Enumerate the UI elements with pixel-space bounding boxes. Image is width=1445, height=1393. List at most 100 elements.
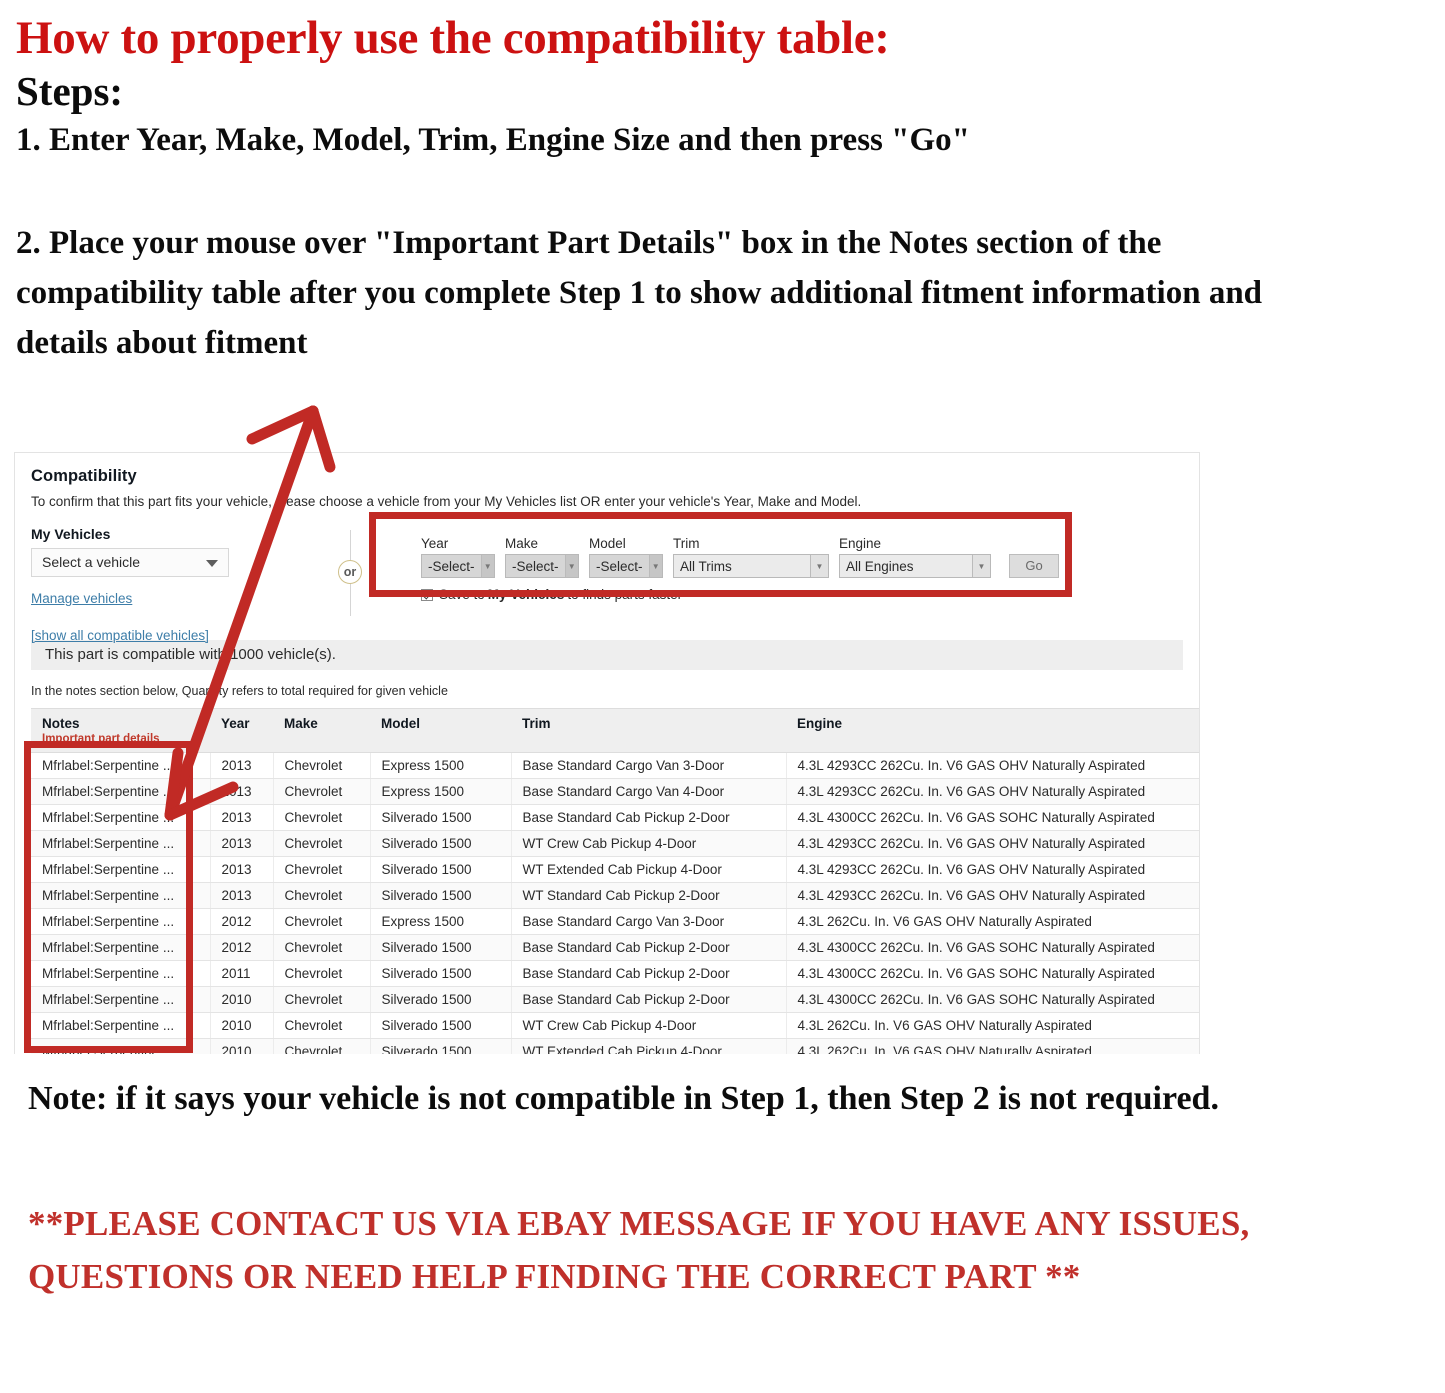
table-row[interactable]: Mfrlabel:Serpentine ... 2011 Chevrolet Silv… bbox=[31, 960, 1199, 987]
model-value: -Select- bbox=[596, 558, 643, 574]
table-row[interactable]: Mfrlabel:Serpentine ... 2013 Chevrolet Silv… bbox=[31, 804, 1199, 831]
column-header-notes-sublabel: Important part details bbox=[42, 733, 160, 745]
save-text-suffix: to finds parts faster bbox=[567, 587, 683, 602]
show-all-compatible-vehicles-link[interactable]: [show all compatible vehicles] bbox=[31, 628, 281, 643]
table-row[interactable]: Mfrlabel:Serpentine ... 2013 Chevrolet Silv… bbox=[31, 882, 1199, 909]
cell-model: Silverado 1500 bbox=[369, 856, 511, 883]
cell-trim: Base Standard Cab Pickup 2-Door bbox=[510, 986, 786, 1013]
model-field: Model -Select- ▼ bbox=[589, 536, 663, 578]
cell-notes: Mfrlabel:Serpentine ... bbox=[31, 778, 210, 805]
save-text-bold: My Vehicles bbox=[487, 587, 565, 602]
engine-select[interactable]: All Engines ▼ bbox=[839, 554, 991, 578]
page-title: How to properly use the compatibility ta… bbox=[16, 12, 890, 64]
cell-make: Chevrolet bbox=[272, 1012, 370, 1039]
cell-engine: 4.3L 4293CC 262Cu. In. V6 GAS OHV Natura… bbox=[785, 882, 1199, 909]
cell-notes: Mfrlabel:Serpentine ... bbox=[31, 804, 210, 831]
cell-model: Silverado 1500 bbox=[369, 986, 511, 1013]
cell-notes: Mfrlabel:Serpentine ... bbox=[31, 1012, 210, 1039]
my-vehicles-label: My Vehicles bbox=[31, 526, 111, 542]
trim-value: All Trims bbox=[680, 558, 732, 574]
cell-model: Express 1500 bbox=[369, 752, 511, 779]
make-label: Make bbox=[505, 536, 539, 551]
cell-model: Silverado 1500 bbox=[369, 1012, 511, 1039]
go-button[interactable]: Go bbox=[1009, 554, 1059, 578]
cell-model: Silverado 1500 bbox=[369, 1038, 511, 1054]
year-select[interactable]: -Select- ▼ bbox=[421, 554, 495, 578]
model-select[interactable]: -Select- ▼ bbox=[589, 554, 663, 578]
trim-select[interactable]: All Trims ▼ bbox=[673, 554, 829, 578]
steps-label: Steps: bbox=[16, 67, 124, 114]
cell-notes: Mfrlabel:Serpentine ... bbox=[31, 1038, 210, 1054]
cell-engine: 4.3L 4300CC 262Cu. In. V6 GAS SOHC Natur… bbox=[785, 986, 1199, 1013]
table-row[interactable]: Mfrlabel:Serpentine ... 2010 Chevrolet Silv… bbox=[31, 1012, 1199, 1039]
cell-year: 2013 bbox=[209, 752, 273, 779]
table-row[interactable]: Mfrlabel:Serpentine ... 2010 Chevrolet Silv… bbox=[31, 1038, 1199, 1054]
compatibility-subtitle: To confirm that this part fits your vehi… bbox=[31, 494, 862, 509]
instructions-block: How to properly use the compatibility ta… bbox=[16, 12, 1406, 369]
bottom-note-text: Note: if it says your vehicle is not com… bbox=[28, 1080, 1219, 1117]
cell-model: Express 1500 bbox=[369, 778, 511, 805]
save-text-prefix: Save to bbox=[439, 587, 485, 602]
fitment-header-row: Notes Important part details Year Make M… bbox=[31, 708, 1199, 753]
cell-year: 2012 bbox=[209, 934, 273, 961]
year-value: -Select- bbox=[428, 558, 475, 574]
cell-year: 2012 bbox=[209, 908, 273, 935]
table-row[interactable]: Mfrlabel:Serpentine ... 2012 Chevrolet Silv… bbox=[31, 934, 1199, 961]
cell-trim: WT Extended Cab Pickup 4-Door bbox=[510, 1038, 786, 1054]
cell-notes: Mfrlabel:Serpentine ... bbox=[31, 882, 210, 909]
cell-make: Chevrolet bbox=[272, 778, 370, 805]
make-field: Make -Select- ▼ bbox=[505, 536, 579, 578]
cell-notes: Mfrlabel:Serpentine ... bbox=[31, 934, 210, 961]
cell-model: Silverado 1500 bbox=[369, 804, 511, 831]
my-vehicles-select[interactable]: Select a vehicle bbox=[31, 548, 229, 577]
cell-make: Chevrolet bbox=[272, 752, 370, 779]
column-header-make: Make bbox=[273, 708, 370, 753]
cell-year: 2013 bbox=[209, 856, 273, 883]
cell-engine: 4.3L 4300CC 262Cu. In. V6 GAS SOHC Natur… bbox=[785, 960, 1199, 987]
column-header-notes: Notes Important part details bbox=[31, 708, 210, 753]
cell-trim: WT Extended Cab Pickup 4-Door bbox=[510, 856, 786, 883]
cell-year: 2011 bbox=[209, 960, 273, 987]
cell-trim: WT Crew Cab Pickup 4-Door bbox=[510, 830, 786, 857]
table-row[interactable]: Mfrlabel:Serpentine ... 2013 Chevrolet Expr… bbox=[31, 778, 1199, 805]
manage-vehicles-link[interactable]: Manage vehicles bbox=[31, 591, 281, 606]
table-row[interactable]: Mfrlabel:Serpentine ... 2010 Chevrolet Silv… bbox=[31, 986, 1199, 1013]
cell-engine: 4.3L 4293CC 262Cu. In. V6 GAS OHV Natura… bbox=[785, 752, 1199, 779]
make-select[interactable]: -Select- ▼ bbox=[505, 554, 579, 578]
cell-model: Silverado 1500 bbox=[369, 934, 511, 961]
contact-note-text: **PLEASE CONTACT US VIA EBAY MESSAGE IF … bbox=[28, 1204, 1250, 1296]
cell-engine: 4.3L 4300CC 262Cu. In. V6 GAS SOHC Natur… bbox=[785, 804, 1199, 831]
trim-field: Trim All Trims ▼ bbox=[673, 536, 829, 578]
cell-engine: 4.3L 4300CC 262Cu. In. V6 GAS SOHC Natur… bbox=[785, 934, 1199, 961]
finder-fields-row: Year -Select- ▼ Make -Select- ▼ Model -S… bbox=[421, 536, 1089, 578]
chevron-down-icon: ▼ bbox=[480, 555, 494, 577]
cell-make: Chevrolet bbox=[272, 882, 370, 909]
save-to-my-vehicles-checkbox[interactable] bbox=[421, 588, 433, 601]
table-row[interactable]: Mfrlabel:Serpentine ... 2012 Chevrolet Expr… bbox=[31, 908, 1199, 935]
cell-make: Chevrolet bbox=[272, 830, 370, 857]
cell-year: 2013 bbox=[209, 804, 273, 831]
save-to-my-vehicles-row[interactable]: Save to My Vehicles to finds parts faste… bbox=[421, 587, 1089, 602]
model-label: Model bbox=[589, 536, 626, 551]
cell-year: 2010 bbox=[209, 986, 273, 1013]
cell-trim: WT Standard Cab Pickup 2-Door bbox=[510, 882, 786, 909]
table-row[interactable]: Mfrlabel:Serpentine ... 2013 Chevrolet Silv… bbox=[31, 830, 1199, 857]
step-two-text: 2. Place your mouse over "Important Part… bbox=[16, 225, 1263, 362]
table-row[interactable]: Mfrlabel:Serpentine ... 2013 Chevrolet Expr… bbox=[31, 752, 1199, 779]
fitment-table-body: Mfrlabel:Serpentine ... 2013 Chevrolet Expr… bbox=[31, 752, 1199, 1054]
column-header-model: Model bbox=[370, 708, 511, 753]
cell-trim: Base Standard Cab Pickup 2-Door bbox=[510, 804, 786, 831]
cell-trim: Base Standard Cab Pickup 2-Door bbox=[510, 934, 786, 961]
engine-label: Engine bbox=[839, 536, 882, 551]
table-row[interactable]: Mfrlabel:Serpentine ... 2013 Chevrolet Silv… bbox=[31, 856, 1199, 883]
cell-notes: Mfrlabel:Serpentine ... bbox=[31, 908, 210, 935]
chevron-down-icon bbox=[206, 560, 218, 567]
column-header-trim: Trim bbox=[511, 708, 786, 753]
cell-notes: Mfrlabel:Serpentine ... bbox=[31, 830, 210, 857]
engine-field: Engine All Engines ▼ bbox=[839, 536, 991, 578]
step-one-text: 1. Enter Year, Make, Model, Trim, Engine… bbox=[16, 121, 970, 158]
cell-make: Chevrolet bbox=[272, 986, 370, 1013]
my-vehicles-column: My Vehicles Select a vehicle Manage vehi… bbox=[31, 526, 281, 643]
column-header-notes-label: Notes bbox=[42, 716, 80, 731]
or-badge: or bbox=[338, 560, 362, 584]
